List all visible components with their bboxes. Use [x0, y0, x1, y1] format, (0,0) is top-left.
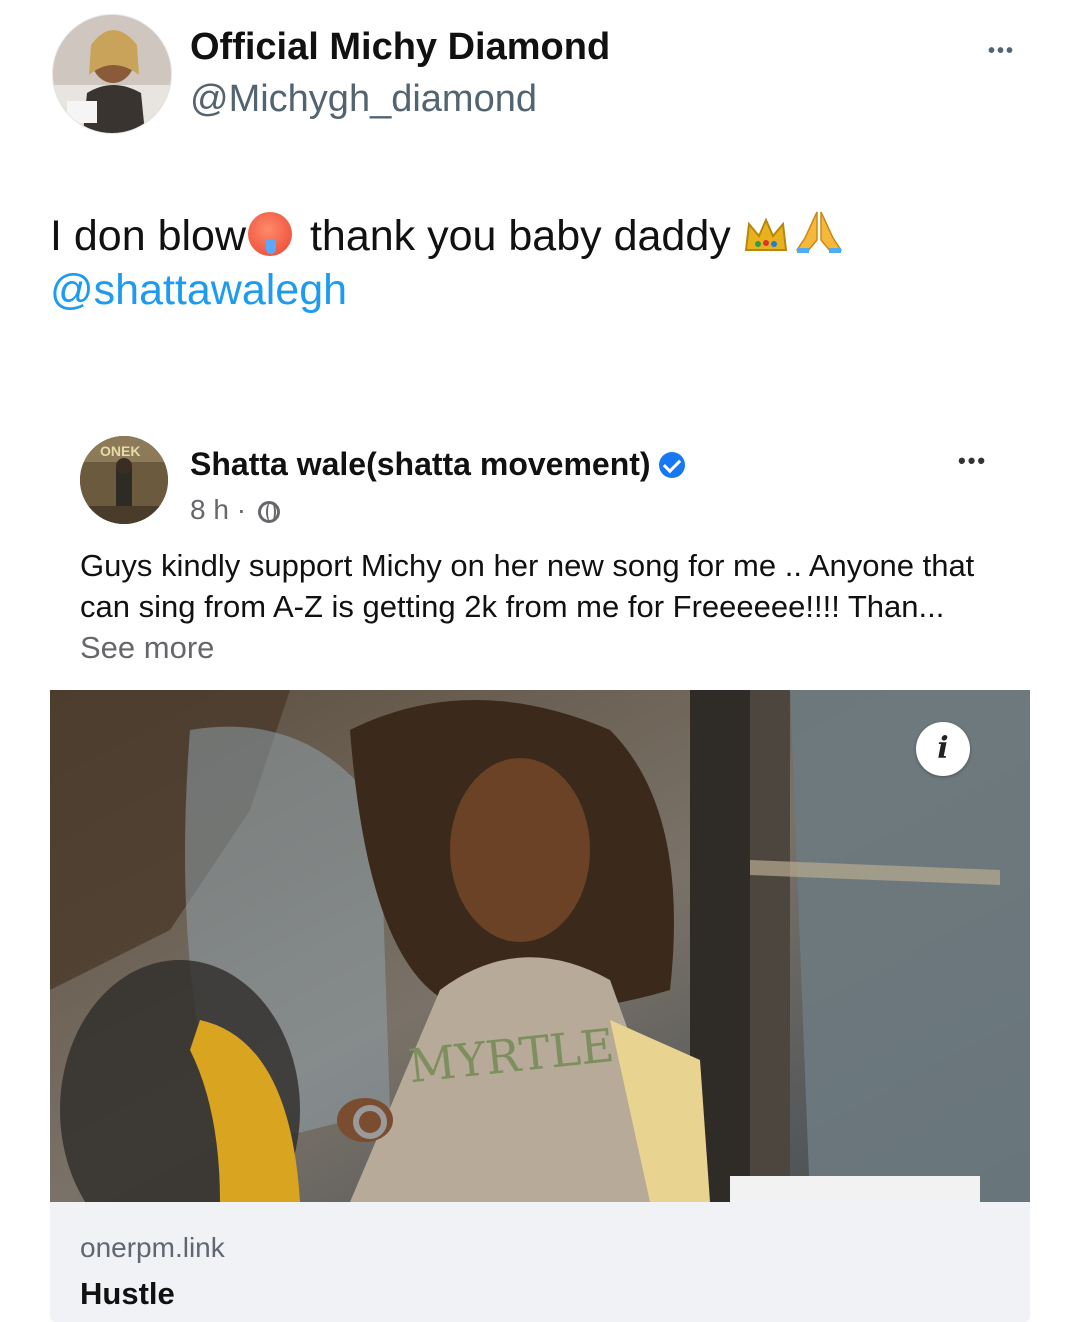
info-icon[interactable]: i	[916, 722, 970, 776]
fb-avatar-banner-text: ONEK	[100, 443, 140, 459]
see-more-link[interactable]: See more	[80, 630, 214, 665]
link-preview-image[interactable]: MYRTLE	[50, 690, 1030, 1202]
fb-author-avatar[interactable]: ONEK	[80, 436, 168, 524]
tweet-mention-link[interactable]: @shattawalegh	[50, 266, 347, 315]
song-cover-art: MYRTLE	[50, 690, 1030, 1202]
globe-icon	[257, 501, 280, 523]
fb-post-time[interactable]: 8 h ·	[190, 494, 246, 525]
crown-emoji-icon	[743, 209, 789, 271]
avatar-photo	[53, 15, 171, 133]
fb-author-name[interactable]: Shatta wale(shatta movement)	[190, 446, 685, 483]
tweet-text-part1: I don blow	[50, 212, 247, 260]
fb-author-name-text[interactable]: Shatta wale(shatta movement)	[190, 446, 651, 482]
tweet-text: I don blow thank you baby daddy	[50, 205, 843, 271]
verified-badge-icon	[658, 452, 685, 478]
fb-post-body: Guys kindly support Michy on her new son…	[80, 548, 975, 624]
link-domain[interactable]: onerpm.link	[80, 1232, 225, 1264]
hot-face-emoji-icon	[248, 212, 293, 256]
link-title[interactable]: Hustle	[80, 1276, 175, 1312]
tweet-text-part2: thank you baby daddy	[309, 212, 731, 260]
tweet-author-name[interactable]: Official Michy Diamond	[190, 26, 610, 69]
link-preview-card[interactable]: MYRTLE	[50, 690, 1030, 1322]
fb-avatar-photo: ONEK	[80, 436, 168, 524]
pray-emoji-icon	[795, 209, 843, 271]
tweet-more-options-icon[interactable]: •••	[988, 40, 1015, 63]
fb-post-text: Guys kindly support Michy on her new son…	[80, 545, 1000, 668]
tweet-author-handle[interactable]: @Michygh_diamond	[190, 78, 537, 121]
fb-post-meta: 8 h ·	[190, 494, 280, 526]
tweet-author-avatar[interactable]	[52, 14, 172, 134]
fb-more-options-icon[interactable]: •••	[958, 448, 987, 474]
